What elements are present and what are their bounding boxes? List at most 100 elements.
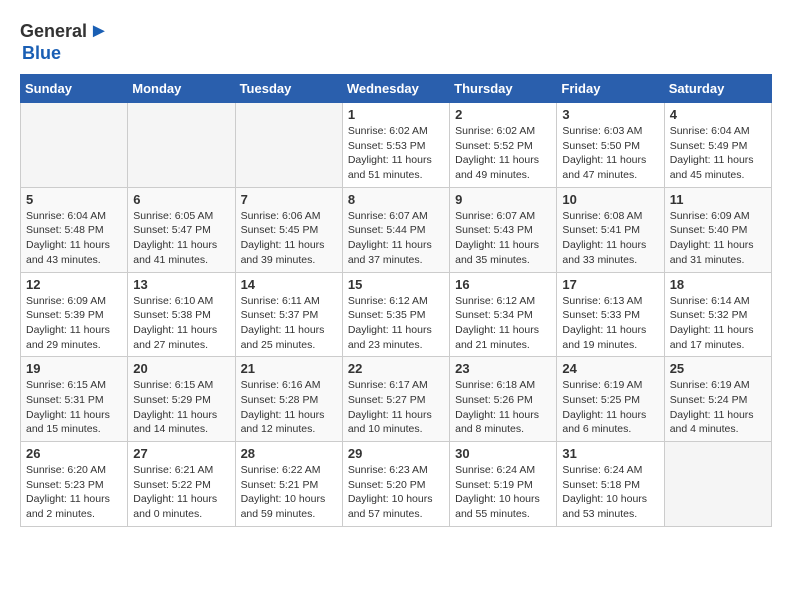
calendar-cell: 5 Sunrise: 6:04 AMSunset: 5:48 PMDaylight… <box>21 187 128 272</box>
day-number: 19 <box>26 361 122 376</box>
day-number: 3 <box>562 107 658 122</box>
day-header-wednesday: Wednesday <box>342 75 449 103</box>
calendar-cell: 27 Sunrise: 6:21 AMSunset: 5:22 PMDayligh… <box>128 442 235 527</box>
cell-content: Sunrise: 6:15 AMSunset: 5:31 PMDaylight:… <box>26 378 122 437</box>
day-number: 10 <box>562 192 658 207</box>
day-number: 20 <box>133 361 229 376</box>
cell-content: Sunrise: 6:09 AMSunset: 5:39 PMDaylight:… <box>26 294 122 353</box>
calendar-cell <box>128 103 235 188</box>
logo-text-general: General <box>20 21 87 42</box>
calendar-cell: 28 Sunrise: 6:22 AMSunset: 5:21 PMDayligh… <box>235 442 342 527</box>
calendar-cell: 1 Sunrise: 6:02 AMSunset: 5:53 PMDaylight… <box>342 103 449 188</box>
day-number: 6 <box>133 192 229 207</box>
day-header-tuesday: Tuesday <box>235 75 342 103</box>
header: General ► Blue <box>20 20 772 64</box>
day-number: 13 <box>133 277 229 292</box>
calendar-cell <box>235 103 342 188</box>
day-number: 22 <box>348 361 444 376</box>
week-row-3: 19 Sunrise: 6:15 AMSunset: 5:31 PMDayligh… <box>21 357 772 442</box>
calendar-cell: 4Sunrise: 6:04 AMSunset: 5:49 PMDaylight… <box>664 103 771 188</box>
cell-content: Sunrise: 6:17 AMSunset: 5:27 PMDaylight:… <box>348 378 444 437</box>
cell-content: Sunrise: 6:02 AMSunset: 5:53 PMDaylight:… <box>348 124 444 183</box>
calendar-cell <box>664 442 771 527</box>
cell-content: Sunrise: 6:08 AMSunset: 5:41 PMDaylight:… <box>562 209 658 268</box>
cell-content: Sunrise: 6:12 AMSunset: 5:35 PMDaylight:… <box>348 294 444 353</box>
cell-content: Sunrise: 6:11 AMSunset: 5:37 PMDaylight:… <box>241 294 337 353</box>
calendar-cell: 26Sunrise: 6:20 AMSunset: 5:23 PMDayligh… <box>21 442 128 527</box>
day-header-friday: Friday <box>557 75 664 103</box>
day-number: 14 <box>241 277 337 292</box>
calendar-cell: 25Sunrise: 6:19 AMSunset: 5:24 PMDayligh… <box>664 357 771 442</box>
calendar-cell: 10 Sunrise: 6:08 AMSunset: 5:41 PMDayligh… <box>557 187 664 272</box>
cell-content: Sunrise: 6:02 AMSunset: 5:52 PMDaylight:… <box>455 124 551 183</box>
day-number: 12 <box>26 277 122 292</box>
day-number: 1 <box>348 107 444 122</box>
cell-content: Sunrise: 6:24 AMSunset: 5:19 PMDaylight:… <box>455 463 551 522</box>
calendar-cell: 29 Sunrise: 6:23 AMSunset: 5:20 PMDayligh… <box>342 442 449 527</box>
day-number: 5 <box>26 192 122 207</box>
calendar-cell: 14 Sunrise: 6:11 AMSunset: 5:37 PMDayligh… <box>235 272 342 357</box>
day-number: 23 <box>455 361 551 376</box>
cell-content: Sunrise: 6:04 AMSunset: 5:49 PMDaylight:… <box>670 124 766 183</box>
calendar-cell: 8 Sunrise: 6:07 AMSunset: 5:44 PMDaylight… <box>342 187 449 272</box>
cell-content: Sunrise: 6:03 AMSunset: 5:50 PMDaylight:… <box>562 124 658 183</box>
cell-content: Sunrise: 6:21 AMSunset: 5:22 PMDaylight:… <box>133 463 229 522</box>
cell-content: Sunrise: 6:22 AMSunset: 5:21 PMDaylight:… <box>241 463 337 522</box>
calendar-cell <box>21 103 128 188</box>
week-row-2: 12 Sunrise: 6:09 AMSunset: 5:39 PMDayligh… <box>21 272 772 357</box>
day-number: 26 <box>26 446 122 461</box>
calendar-cell: 15 Sunrise: 6:12 AMSunset: 5:35 PMDayligh… <box>342 272 449 357</box>
header-row: SundayMondayTuesdayWednesdayThursdayFrid… <box>21 75 772 103</box>
calendar-cell: 22 Sunrise: 6:17 AMSunset: 5:27 PMDayligh… <box>342 357 449 442</box>
day-number: 30 <box>455 446 551 461</box>
cell-content: Sunrise: 6:07 AMSunset: 5:43 PMDaylight:… <box>455 209 551 268</box>
cell-content: Sunrise: 6:23 AMSunset: 5:20 PMDaylight:… <box>348 463 444 522</box>
cell-content: Sunrise: 6:24 AMSunset: 5:18 PMDaylight:… <box>562 463 658 522</box>
calendar-cell: 13 Sunrise: 6:10 AMSunset: 5:38 PMDayligh… <box>128 272 235 357</box>
cell-content: Sunrise: 6:14 AMSunset: 5:32 PMDaylight:… <box>670 294 766 353</box>
calendar-cell: 18 Sunrise: 6:14 AMSunset: 5:32 PMDayligh… <box>664 272 771 357</box>
day-header-thursday: Thursday <box>450 75 557 103</box>
cell-content: Sunrise: 6:05 AMSunset: 5:47 PMDaylight:… <box>133 209 229 268</box>
cell-content: Sunrise: 6:09 AMSunset: 5:40 PMDaylight:… <box>670 209 766 268</box>
logo: General ► Blue <box>20 20 109 64</box>
calendar-cell: 31 Sunrise: 6:24 AMSunset: 5:18 PMDayligh… <box>557 442 664 527</box>
calendar-cell: 16Sunrise: 6:12 AMSunset: 5:34 PMDayligh… <box>450 272 557 357</box>
cell-content: Sunrise: 6:10 AMSunset: 5:38 PMDaylight:… <box>133 294 229 353</box>
day-number: 18 <box>670 277 766 292</box>
day-number: 27 <box>133 446 229 461</box>
cell-content: Sunrise: 6:15 AMSunset: 5:29 PMDaylight:… <box>133 378 229 437</box>
cell-content: Sunrise: 6:07 AMSunset: 5:44 PMDaylight:… <box>348 209 444 268</box>
calendar-cell: 20 Sunrise: 6:15 AMSunset: 5:29 PMDayligh… <box>128 357 235 442</box>
day-number: 17 <box>562 277 658 292</box>
day-header-sunday: Sunday <box>21 75 128 103</box>
calendar-cell: 3 Sunrise: 6:03 AMSunset: 5:50 PMDaylight… <box>557 103 664 188</box>
cell-content: Sunrise: 6:19 AMSunset: 5:24 PMDaylight:… <box>670 378 766 437</box>
day-number: 16 <box>455 277 551 292</box>
calendar-cell: 12 Sunrise: 6:09 AMSunset: 5:39 PMDayligh… <box>21 272 128 357</box>
week-row-1: 5 Sunrise: 6:04 AMSunset: 5:48 PMDaylight… <box>21 187 772 272</box>
day-number: 31 <box>562 446 658 461</box>
day-number: 29 <box>348 446 444 461</box>
day-number: 8 <box>348 192 444 207</box>
calendar-cell: 21 Sunrise: 6:16 AMSunset: 5:28 PMDayligh… <box>235 357 342 442</box>
cell-content: Sunrise: 6:04 AMSunset: 5:48 PMDaylight:… <box>26 209 122 268</box>
cell-content: Sunrise: 6:16 AMSunset: 5:28 PMDaylight:… <box>241 378 337 437</box>
calendar-table: SundayMondayTuesdayWednesdayThursdayFrid… <box>20 74 772 527</box>
day-number: 11 <box>670 192 766 207</box>
calendar-cell: 24Sunrise: 6:19 AMSunset: 5:25 PMDayligh… <box>557 357 664 442</box>
day-header-monday: Monday <box>128 75 235 103</box>
day-number: 7 <box>241 192 337 207</box>
cell-content: Sunrise: 6:19 AMSunset: 5:25 PMDaylight:… <box>562 378 658 437</box>
day-header-saturday: Saturday <box>664 75 771 103</box>
day-number: 21 <box>241 361 337 376</box>
calendar-cell: 11 Sunrise: 6:09 AMSunset: 5:40 PMDayligh… <box>664 187 771 272</box>
logo-text-blue: Blue <box>22 43 61 64</box>
day-number: 15 <box>348 277 444 292</box>
day-number: 28 <box>241 446 337 461</box>
calendar-cell: 9Sunrise: 6:07 AMSunset: 5:43 PMDaylight… <box>450 187 557 272</box>
week-row-4: 26Sunrise: 6:20 AMSunset: 5:23 PMDayligh… <box>21 442 772 527</box>
calendar-cell: 30 Sunrise: 6:24 AMSunset: 5:19 PMDayligh… <box>450 442 557 527</box>
cell-content: Sunrise: 6:18 AMSunset: 5:26 PMDaylight:… <box>455 378 551 437</box>
calendar-cell: 6 Sunrise: 6:05 AMSunset: 5:47 PMDaylight… <box>128 187 235 272</box>
